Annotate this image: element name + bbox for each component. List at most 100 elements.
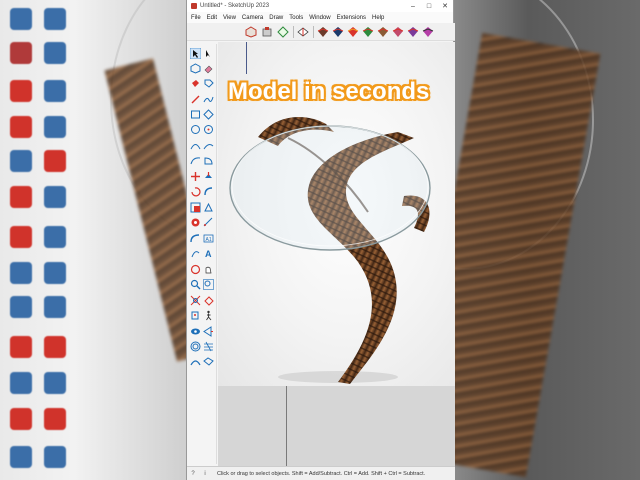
help-icon[interactable]: ?: [187, 471, 199, 477]
menu-draw[interactable]: Draw: [269, 15, 283, 21]
style-magenta-icon[interactable]: [422, 26, 434, 38]
tag-icon[interactable]: [203, 78, 214, 89]
style-purple-icon[interactable]: [407, 26, 419, 38]
previous-view-icon[interactable]: [203, 295, 214, 306]
menu-bar: File Edit View Camera Draw Tools Window …: [187, 12, 453, 23]
menu-view[interactable]: View: [223, 15, 236, 21]
offset-icon[interactable]: [203, 202, 214, 213]
line-pencil-icon[interactable]: [190, 94, 201, 105]
backdrop-tool-icon: [44, 8, 66, 30]
close-button[interactable]: ✕: [437, 2, 453, 10]
text-icon[interactable]: A1: [203, 233, 214, 244]
maximize-button[interactable]: □: [421, 3, 437, 10]
backdrop-tool-icon: [10, 336, 32, 358]
eraser-icon[interactable]: [203, 63, 214, 74]
menu-window[interactable]: Window: [309, 15, 330, 21]
backdrop-tool-icon: [10, 372, 32, 394]
backdrop-tool-icon: [10, 42, 32, 64]
dimension-icon[interactable]: [203, 217, 214, 228]
sandbox-from-contours-icon[interactable]: [190, 341, 201, 352]
backdrop-tool-icon: [10, 8, 32, 30]
menu-help[interactable]: Help: [372, 15, 384, 21]
rotated-rectangle-icon[interactable]: [203, 109, 214, 120]
material-icon[interactable]: [297, 26, 309, 38]
axes-icon[interactable]: [190, 248, 201, 259]
backdrop-tool-icon: [44, 372, 66, 394]
tape-measure-icon[interactable]: [190, 217, 201, 228]
3d-text-tool-icon[interactable]: A: [203, 248, 214, 259]
push-pull-icon[interactable]: [203, 171, 214, 182]
backdrop-tool-icon: [10, 226, 32, 248]
info-icon[interactable]: i: [199, 471, 211, 477]
svg-text:A1: A1: [206, 237, 212, 243]
warehouse-icon[interactable]: [245, 26, 257, 38]
smoove-icon[interactable]: [190, 357, 201, 368]
backdrop-tool-icon: [44, 186, 66, 208]
backdrop-wood: [454, 32, 601, 478]
menu-extensions[interactable]: Extensions: [337, 15, 366, 21]
make-component-icon[interactable]: [190, 63, 201, 74]
backdrop-tool-icon: [44, 262, 66, 284]
menu-tools[interactable]: Tools: [289, 15, 303, 21]
sketchup-window: Untitled* - SketchUp 2023 – □ ✕ File Edi…: [186, 0, 455, 480]
zoom-extents-icon[interactable]: [190, 295, 201, 306]
backdrop-tool-icon: [44, 42, 66, 64]
section-plane-icon[interactable]: [203, 326, 214, 337]
position-camera-icon[interactable]: [190, 310, 201, 321]
left-tool-palette: A1 A: [187, 44, 217, 464]
model-viewport[interactable]: Model in seconds: [218, 42, 455, 466]
freehand-icon[interactable]: [203, 94, 214, 105]
menu-camera[interactable]: Camera: [242, 15, 263, 21]
move-icon[interactable]: [190, 171, 201, 182]
scale-icon[interactable]: [190, 202, 201, 213]
lasso-select-icon[interactable]: [203, 48, 214, 59]
paint-bucket-icon[interactable]: [190, 78, 201, 89]
viewport-ground: [218, 386, 455, 466]
style-green-icon[interactable]: [362, 26, 374, 38]
backdrop-tool-icon: [10, 408, 32, 430]
status-bar: ? i Click or drag to select objects. Shi…: [187, 466, 455, 480]
backdrop-right: [454, 0, 640, 480]
backdrop-tool-icon: [44, 296, 66, 318]
sandbox-from-scratch-icon[interactable]: [203, 341, 214, 352]
style-brown-icon[interactable]: [377, 26, 389, 38]
walk-icon[interactable]: [203, 310, 214, 321]
3d-text-icon[interactable]: [277, 26, 289, 38]
backdrop-tool-icon: [44, 150, 66, 172]
backdrop-tool-icon: [44, 116, 66, 138]
follow-me-icon[interactable]: [203, 186, 214, 197]
zoom-window-icon[interactable]: [203, 279, 214, 290]
menu-edit[interactable]: Edit: [207, 15, 217, 21]
axis-line: [286, 386, 287, 466]
backdrop-tool-icon: [10, 296, 32, 318]
pan-hand-icon[interactable]: [203, 264, 214, 275]
polygon-icon[interactable]: [203, 124, 214, 135]
minimize-button[interactable]: –: [405, 3, 421, 10]
backdrop-tool-icon: [44, 80, 66, 102]
extension-warehouse-icon[interactable]: [261, 26, 273, 38]
style-pink-icon[interactable]: [392, 26, 404, 38]
backdrop-left: [0, 0, 186, 480]
style-orange-icon[interactable]: [347, 26, 359, 38]
rectangle-icon[interactable]: [190, 109, 201, 120]
look-around-icon[interactable]: [190, 326, 201, 337]
select-arrow-icon[interactable]: [190, 48, 201, 59]
three-point-arc-icon[interactable]: [190, 155, 201, 166]
backdrop-tool-icon: [10, 116, 32, 138]
style-red-icon[interactable]: [317, 26, 329, 38]
style-blue-icon[interactable]: [332, 26, 344, 38]
orbit-icon[interactable]: [190, 264, 201, 275]
rotate-icon[interactable]: [190, 186, 201, 197]
toolbar-separator: [293, 26, 294, 38]
circle-icon[interactable]: [190, 124, 201, 135]
protractor-icon[interactable]: [190, 233, 201, 244]
zoom-icon[interactable]: [190, 279, 201, 290]
pie-icon[interactable]: [203, 155, 214, 166]
two-point-arc-icon[interactable]: [203, 140, 214, 151]
svg-text:A: A: [205, 249, 212, 259]
arc-icon[interactable]: [190, 140, 201, 151]
backdrop-tool-icon: [10, 262, 32, 284]
headline-overlay: Model in seconds: [228, 78, 430, 105]
menu-file[interactable]: File: [191, 15, 201, 21]
stamp-icon[interactable]: [203, 357, 214, 368]
